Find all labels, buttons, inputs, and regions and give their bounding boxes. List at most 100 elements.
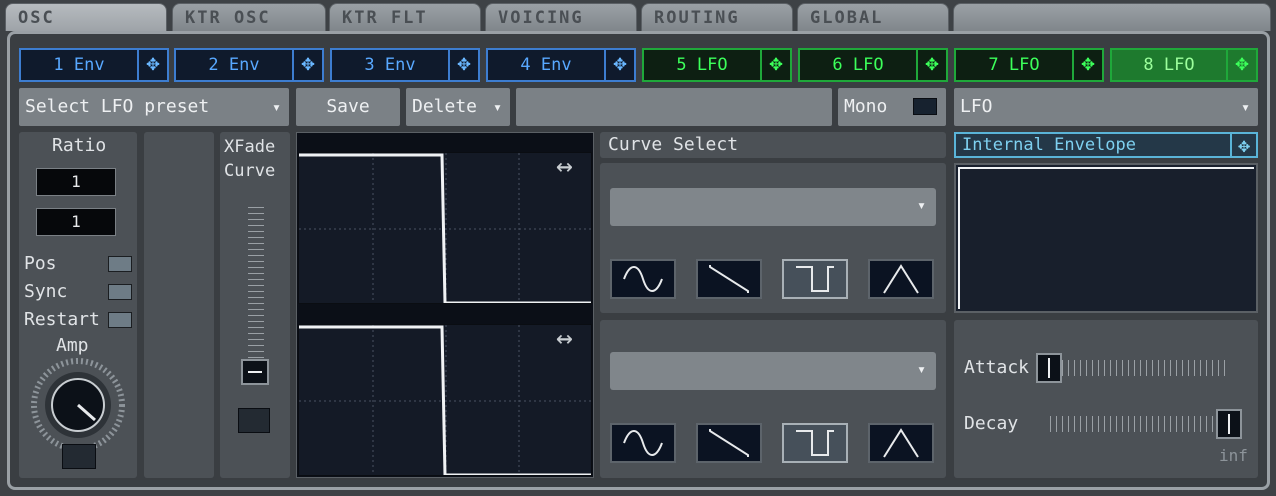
xfade-value-box[interactable] xyxy=(238,408,270,433)
slot-4-env[interactable]: 4 Env ✥ xyxy=(486,48,636,82)
slot-6-lfo[interactable]: 6 LFO ✥ xyxy=(798,48,948,82)
slot-label: 4 Env xyxy=(520,55,572,75)
sine-wave-button[interactable] xyxy=(610,423,676,463)
sine-wave-icon xyxy=(623,266,663,292)
envelope-controls: Attack Decay inf xyxy=(954,320,1258,478)
tab-global[interactable]: GLOBAL xyxy=(797,3,949,31)
move-arrows-icon[interactable]: ✥ xyxy=(916,50,946,80)
mono-checkbox[interactable] xyxy=(913,98,937,115)
save-button[interactable]: Save xyxy=(296,88,400,126)
move-arrows-icon[interactable]: ✥ xyxy=(1226,50,1256,80)
preset-dropdown-label: Select LFO preset xyxy=(25,96,210,117)
envelope-graph[interactable] xyxy=(954,163,1258,313)
preset-name-field[interactable] xyxy=(516,88,832,126)
move-arrows-icon[interactable]: ✥ xyxy=(137,50,167,80)
square-wave-button[interactable] xyxy=(782,259,848,299)
delete-button-label: Delete xyxy=(412,96,478,117)
ratio-label: Ratio xyxy=(52,135,107,156)
slot-label: 7 LFO xyxy=(988,55,1040,75)
curve-select-2 xyxy=(600,320,946,478)
curve-select-label: Curve Select xyxy=(608,134,739,155)
waveform-graph-1[interactable] xyxy=(298,152,592,304)
slot-label: 1 Env xyxy=(53,55,105,75)
slot-label: 3 Env xyxy=(364,55,416,75)
attack-label: Attack xyxy=(964,357,1030,378)
triangle-wave-icon xyxy=(883,428,919,458)
decay-label: Decay xyxy=(964,413,1019,434)
xfade-label: XFade xyxy=(224,137,276,157)
sine-wave-icon xyxy=(623,430,663,456)
horizontal-arrows-icon[interactable]: ↔ xyxy=(556,324,573,352)
envelope-curve-top xyxy=(958,167,1254,169)
saw-wave-icon xyxy=(709,429,749,457)
decay-value: inf xyxy=(1219,446,1248,465)
tab-spacer xyxy=(953,3,1271,31)
attack-slider-thumb[interactable] xyxy=(1036,353,1062,383)
sync-checkbox[interactable] xyxy=(108,284,132,300)
mode-dropdown[interactable]: LFO xyxy=(954,88,1258,126)
horizontal-arrows-icon[interactable]: ↔ xyxy=(556,152,573,180)
square-wave-button[interactable] xyxy=(782,423,848,463)
triangle-wave-button[interactable] xyxy=(868,259,934,299)
amp-value-box[interactable] xyxy=(62,444,96,469)
restart-label: Restart xyxy=(24,309,100,330)
saw-wave-button[interactable] xyxy=(696,259,762,299)
preset-dropdown[interactable]: Select LFO preset xyxy=(19,88,289,126)
curve-select-1 xyxy=(600,163,946,313)
mono-label: Mono xyxy=(844,96,888,117)
decay-slider-track[interactable] xyxy=(1050,416,1230,432)
saw-wave-icon xyxy=(709,265,749,293)
move-arrows-icon[interactable]: ✥ xyxy=(292,50,322,80)
ratio-numerator-field[interactable]: 1 xyxy=(36,168,116,196)
slot-1-env[interactable]: 1 Env ✥ xyxy=(19,48,169,82)
slot-5-lfo[interactable]: 5 LFO ✥ xyxy=(642,48,792,82)
sync-label: Sync xyxy=(24,281,68,302)
saw-wave-button[interactable] xyxy=(696,423,762,463)
curve-dropdown-2[interactable] xyxy=(610,352,936,390)
tab-ktr-osc[interactable]: KTR OSC xyxy=(172,3,326,31)
curve-dropdown-1[interactable] xyxy=(610,188,936,226)
pos-label: Pos xyxy=(24,253,57,274)
tab-ktr-flt[interactable]: KTR FLT xyxy=(329,3,481,31)
restart-checkbox[interactable] xyxy=(108,312,132,328)
pos-checkbox[interactable] xyxy=(108,256,132,272)
ratio-denominator-field[interactable]: 1 xyxy=(36,208,116,236)
tab-osc[interactable]: OSC xyxy=(5,3,167,31)
blank-panel xyxy=(144,132,214,478)
square-wave-icon xyxy=(796,430,834,456)
mode-dropdown-label: LFO xyxy=(960,96,993,117)
xfade-panel: XFade Curve xyxy=(220,132,290,478)
sine-wave-button[interactable] xyxy=(610,259,676,299)
slot-label: 6 LFO xyxy=(832,55,884,75)
amp-knob[interactable] xyxy=(31,358,125,452)
triangle-wave-button[interactable] xyxy=(868,423,934,463)
curve-select-header: Curve Select xyxy=(600,132,946,158)
delete-button[interactable]: Delete xyxy=(406,88,510,126)
internal-envelope-header[interactable]: Internal Envelope ✥ xyxy=(954,132,1258,158)
move-arrows-icon[interactable]: ✥ xyxy=(604,50,634,80)
move-arrows-icon[interactable]: ✥ xyxy=(1230,134,1256,156)
square-wave-icon xyxy=(796,266,834,292)
move-arrows-icon[interactable]: ✥ xyxy=(760,50,790,80)
decay-slider-thumb[interactable] xyxy=(1216,409,1242,439)
curve-label: Curve xyxy=(224,161,276,181)
internal-envelope-label: Internal Envelope xyxy=(962,135,1136,155)
move-arrows-icon[interactable]: ✥ xyxy=(448,50,478,80)
xfade-slider-track[interactable] xyxy=(248,202,264,382)
tab-voicing[interactable]: VOICING xyxy=(485,3,637,31)
ratio-panel: Ratio 1 1 Pos Sync Restart Amp xyxy=(19,132,137,478)
mono-toggle[interactable]: Mono xyxy=(838,88,946,126)
slot-label: 5 LFO xyxy=(676,55,728,75)
envelope-curve xyxy=(958,167,960,309)
attack-slider-track[interactable] xyxy=(1050,360,1230,376)
slot-7-lfo[interactable]: 7 LFO ✥ xyxy=(954,48,1104,82)
waveform-graph-2[interactable] xyxy=(298,324,592,476)
slot-label: 8 LFO xyxy=(1143,55,1195,75)
xfade-slider-thumb[interactable] xyxy=(241,359,269,385)
slot-3-env[interactable]: 3 Env ✥ xyxy=(330,48,480,82)
triangle-wave-icon xyxy=(883,264,919,294)
move-arrows-icon[interactable]: ✥ xyxy=(1072,50,1102,80)
tab-routing[interactable]: ROUTING xyxy=(641,3,793,31)
slot-8-lfo[interactable]: 8 LFO ✥ xyxy=(1110,48,1258,82)
slot-2-env[interactable]: 2 Env ✥ xyxy=(174,48,324,82)
